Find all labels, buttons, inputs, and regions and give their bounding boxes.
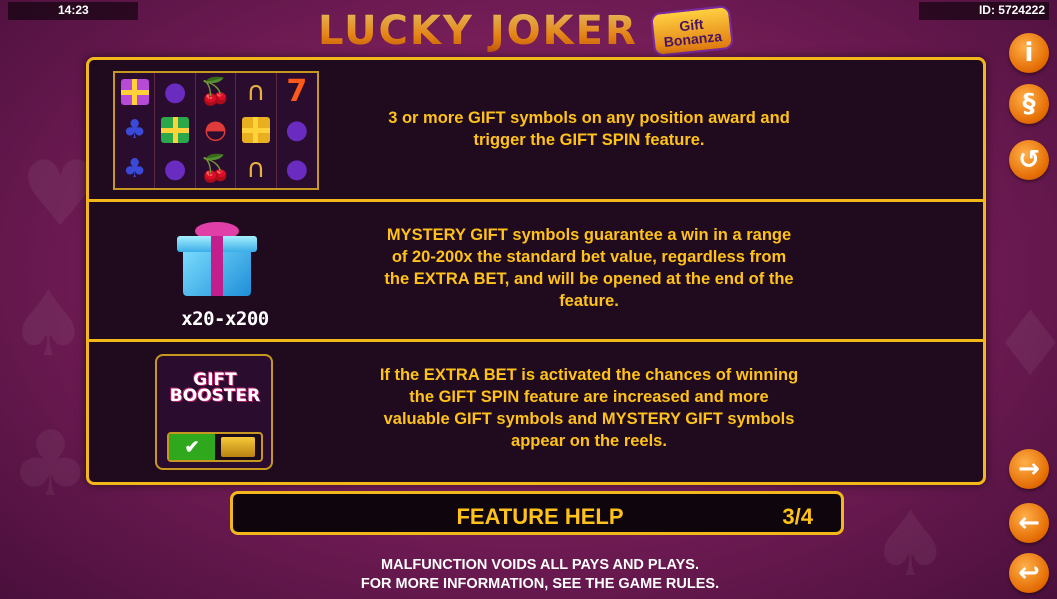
toggle-knob <box>221 437 255 457</box>
booster-title-line2: BOOSTER <box>169 386 261 406</box>
horseshoe-icon: ∩ <box>236 73 277 112</box>
help-section-title: FEATURE HELP <box>456 504 624 529</box>
plum-icon: ● <box>285 153 309 184</box>
help-text-extra-bet: If the EXTRA BET is activated the chance… <box>379 366 799 450</box>
back-button[interactable]: ↩ <box>1009 553 1049 593</box>
logo-subtitle: Gift Bonanza <box>649 4 734 58</box>
game-id: ID: 5724222 <box>919 2 1049 20</box>
gift-red-icon <box>155 111 196 150</box>
game-logo: LUCKY JOKER Gift Bonanza <box>318 4 734 58</box>
gift-purple-icon <box>115 73 156 112</box>
info-button[interactable]: i <box>1009 33 1049 73</box>
reels-example: ● 🍒 ∩ 7 ♣ ◓ ● ♣ ● 🍒 ∩ ● <box>113 71 319 190</box>
plum-icon: ● <box>155 73 196 112</box>
cherry-icon: 🍒 <box>196 73 237 112</box>
rules-button[interactable]: § <box>1009 84 1049 124</box>
cherry-icon: 🍒 <box>196 149 237 188</box>
watermelon-icon: ◓ <box>196 111 237 150</box>
background-spade-icon: ♠ <box>870 492 951 597</box>
legal-line2: FOR MORE INFORMATION, SEE THE GAME RULES… <box>360 576 720 592</box>
legal-line1: MALFUNCTION VOIDS ALL PAYS AND PLAYS. <box>381 557 699 573</box>
plum-icon: ● <box>155 149 196 188</box>
help-text-mystery-gift: MYSTERY GIFT symbols guarantee a win in … <box>384 226 794 310</box>
booster-toggle: ✔ <box>167 432 263 462</box>
grape-icon: ♣ <box>115 149 156 188</box>
logo-title: LUCKY JOKER <box>318 8 638 54</box>
history-button[interactable]: ↺ <box>1009 140 1049 180</box>
mystery-multiplier-label: x20-x200 <box>181 308 269 330</box>
seven-icon: 7 <box>286 74 308 110</box>
help-text-gift-spin: 3 or more GIFT symbols on any position a… <box>388 109 790 149</box>
prev-page-button[interactable]: ← <box>1009 503 1049 543</box>
background-diamond-icon: ♦ <box>990 292 1057 397</box>
gift-booster-icon: GIFT BOOSTER ✔ <box>155 354 273 470</box>
help-page-indicator: 3/4 <box>782 504 813 529</box>
help-row-mystery-gift: x20-x200 MYSTERY GIFT symbols guarantee … <box>89 202 983 342</box>
check-icon: ✔ <box>169 434 215 460</box>
grape-icon: ♣ <box>115 111 156 150</box>
background-spade-icon: ♠ <box>8 272 89 377</box>
gift-blue-icon <box>236 111 277 150</box>
mystery-gift-icon <box>177 222 257 298</box>
background-club-icon: ♣ <box>10 412 91 517</box>
horseshoe-icon: ∩ <box>236 149 277 188</box>
next-page-button[interactable]: → <box>1009 449 1049 489</box>
help-row-gift-spin: ● 🍒 ∩ 7 ♣ ◓ ● ♣ ● 🍒 ∩ ● 3 or more GIFT symbols on a… <box>89 60 983 202</box>
clock: 14:23 <box>8 2 138 20</box>
help-page-bar: FEATURE HELP 3/4 <box>230 491 844 535</box>
help-row-extra-bet: GIFT BOOSTER ✔ If the EXTRA BET is activ… <box>89 342 983 482</box>
plum-icon: ● <box>285 115 309 146</box>
help-panel: ● 🍒 ∩ 7 ♣ ◓ ● ♣ ● 🍒 ∩ ● 3 or more GIFT symbols on a… <box>86 57 986 485</box>
booster-title: GIFT BOOSTER <box>163 372 267 406</box>
